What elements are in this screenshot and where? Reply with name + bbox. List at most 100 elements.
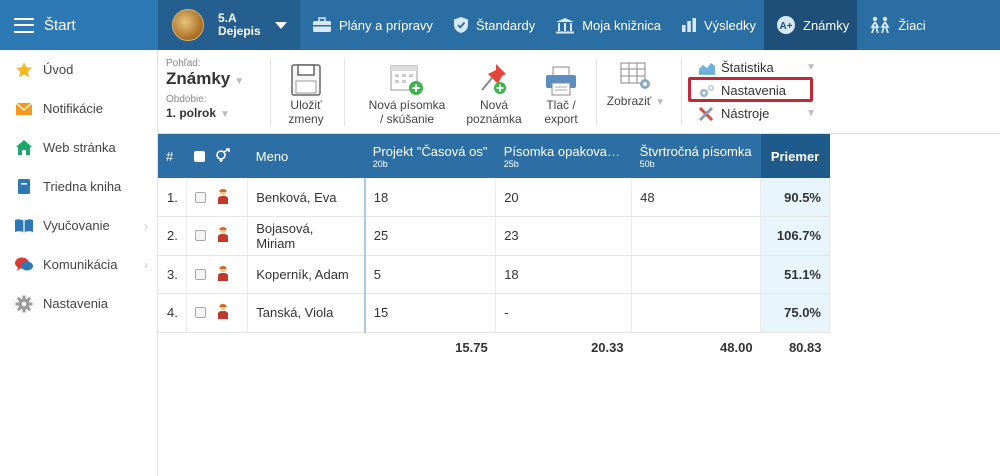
row-grade-project[interactable]: 18	[364, 178, 497, 217]
sidebar: Úvod Notifikácie Web stránka Triedna kni…	[0, 50, 158, 476]
row-name[interactable]: Koperník, Adam	[247, 255, 366, 294]
row-index: 2.	[158, 216, 187, 256]
col-select-header	[186, 134, 248, 178]
nav-grades[interactable]: A+ Známky	[764, 0, 858, 50]
chevron-down-icon: ▼	[806, 108, 816, 119]
sidebar-item-communication[interactable]: Komunikácia ›	[0, 245, 157, 284]
row-grade-test[interactable]: 23	[495, 216, 633, 256]
sidebar-item-teaching[interactable]: Vyučovanie ›	[0, 206, 157, 245]
sidebar-item-label: Vyučovanie	[43, 218, 110, 233]
col-average-header[interactable]: Priemer	[760, 134, 830, 178]
col-quarterly-header[interactable]: Štvrtročná písomka 50b	[631, 134, 761, 178]
svg-text:A+: A+	[779, 21, 792, 32]
sidebar-item-notifications[interactable]: Notifikácie	[0, 89, 157, 128]
row-grade-quarterly[interactable]	[631, 216, 762, 256]
select-all-checkbox[interactable]	[194, 150, 206, 162]
new-note-label-2: poznámka	[466, 112, 522, 126]
class-selector[interactable]: 5.A Dejepis	[158, 0, 300, 50]
save-button[interactable]: Uložiť zmeny	[280, 58, 332, 126]
col-test-points: 25b	[503, 158, 519, 169]
chat-icon	[13, 256, 35, 273]
row-index: 1.	[158, 178, 187, 217]
nav-students[interactable]: Žiaci	[857, 0, 933, 50]
view-dropdown[interactable]: Známky ▼	[166, 69, 270, 89]
student-avatar-icon	[217, 188, 229, 207]
row-average: 106.7%	[760, 216, 830, 256]
statistics-menu-item[interactable]: Štatistika ▼	[696, 56, 816, 79]
row-checkbox[interactable]	[194, 191, 206, 203]
sidebar-item-label: Úvod	[43, 62, 74, 77]
show-dropdown-button[interactable]: Zobraziť ▼	[598, 58, 674, 110]
view-selector-block: Pohľad: Známky ▼ Obdobie: 1. polrok ▼	[166, 58, 270, 120]
table-settings-icon	[598, 58, 674, 92]
nav-standards-label: Štandardy	[475, 17, 536, 33]
row-checkbox[interactable]	[194, 230, 206, 242]
nav-results[interactable]: Výsledky	[669, 0, 764, 50]
student-avatar-icon	[217, 303, 229, 322]
nav-library[interactable]: Moja knižnica	[543, 0, 669, 50]
sidebar-item-settings[interactable]: Nastavenia	[0, 284, 157, 323]
chevron-down-icon	[274, 21, 287, 29]
tools-label: Nástroje	[721, 106, 770, 121]
row-select-cell	[186, 178, 249, 217]
print-label-2: export	[544, 112, 578, 126]
new-note-button[interactable]: Nová poznámka	[462, 58, 526, 126]
row-grade-quarterly[interactable]: 48	[631, 178, 762, 217]
chevron-down-icon: ▼	[234, 76, 245, 87]
divider	[344, 58, 345, 126]
sidebar-item-label: Komunikácia	[43, 257, 118, 272]
row-grade-test[interactable]: -	[495, 293, 633, 333]
chevron-right-icon: ›	[144, 218, 148, 233]
start-button[interactable]: Štart	[0, 0, 158, 50]
row-grade-test[interactable]: 20	[495, 178, 633, 217]
col-project-header[interactable]: Projekt "Časová os" 20b	[364, 134, 496, 178]
row-grade-project[interactable]: 15	[364, 293, 497, 333]
row-checkbox[interactable]	[194, 268, 206, 280]
row-name[interactable]: Benková, Eva	[247, 178, 366, 217]
students-icon	[869, 16, 891, 34]
row-grade-project[interactable]: 25	[364, 216, 497, 256]
col-project-title: Projekt "Časová os"	[372, 143, 488, 159]
col-test-header[interactable]: Písomka opakova… 25b	[495, 134, 632, 178]
main-nav: Plány a prípravy Štandardy Moja knižnica…	[300, 0, 934, 50]
printer-icon	[538, 58, 584, 96]
show-label: Zobraziť	[606, 94, 652, 108]
period-label: Obdobie:	[166, 94, 207, 105]
sidebar-item-classbook[interactable]: Triedna kniha	[0, 167, 157, 206]
class-avatar	[172, 9, 204, 41]
col-name-header[interactable]: Meno	[247, 134, 365, 178]
table-row: 3. Koperník, Adam 5 18 51.1%	[158, 255, 830, 294]
grades-icon: A+	[776, 15, 796, 35]
nav-plans[interactable]: Plány a prípravy	[300, 0, 441, 50]
row-name[interactable]: Tanská, Viola	[247, 293, 366, 333]
nav-standards[interactable]: Štandardy	[441, 0, 543, 50]
nav-grades-label: Známky	[803, 17, 850, 33]
save-label-2: zmeny	[288, 112, 324, 126]
row-checkbox[interactable]	[194, 307, 206, 319]
table-row: 1. Benková, Eva 18 20 48 90.5%	[158, 178, 830, 217]
row-grade-test[interactable]: 18	[495, 255, 633, 294]
row-index: 3.	[158, 255, 187, 294]
row-grade-quarterly[interactable]	[631, 255, 762, 294]
row-select-cell	[186, 293, 249, 333]
gear-icon	[13, 295, 35, 313]
nav-students-label: Žiaci	[898, 17, 926, 33]
shield-icon	[453, 16, 469, 34]
sidebar-item-intro[interactable]: Úvod	[0, 50, 157, 89]
toolbar: Pohľad: Známky ▼ Obdobie: 1. polrok ▼ Ulož…	[158, 50, 1000, 134]
print-export-button[interactable]: Tlač / export	[538, 58, 584, 126]
divider	[270, 58, 271, 126]
period-dropdown[interactable]: 1. polrok ▼	[166, 105, 270, 120]
row-select-cell	[186, 255, 249, 294]
sidebar-item-website[interactable]: Web stránka	[0, 128, 157, 167]
row-grade-project[interactable]: 5	[364, 255, 497, 294]
row-name[interactable]: Bojasová, Miriam	[247, 216, 366, 256]
new-test-button[interactable]: Nová písomka / skúšanie	[364, 58, 450, 126]
open-book-icon	[13, 218, 35, 233]
tools-menu-item[interactable]: Nástroje ▼	[696, 102, 816, 125]
totals-empty	[158, 332, 186, 362]
nav-results-label: Výsledky	[703, 17, 756, 33]
table-row: 2. Bojasová, Miriam 25 23 106.7%	[158, 216, 830, 256]
row-grade-quarterly[interactable]	[631, 293, 762, 333]
sidebar-item-label: Notifikácie	[43, 101, 103, 116]
